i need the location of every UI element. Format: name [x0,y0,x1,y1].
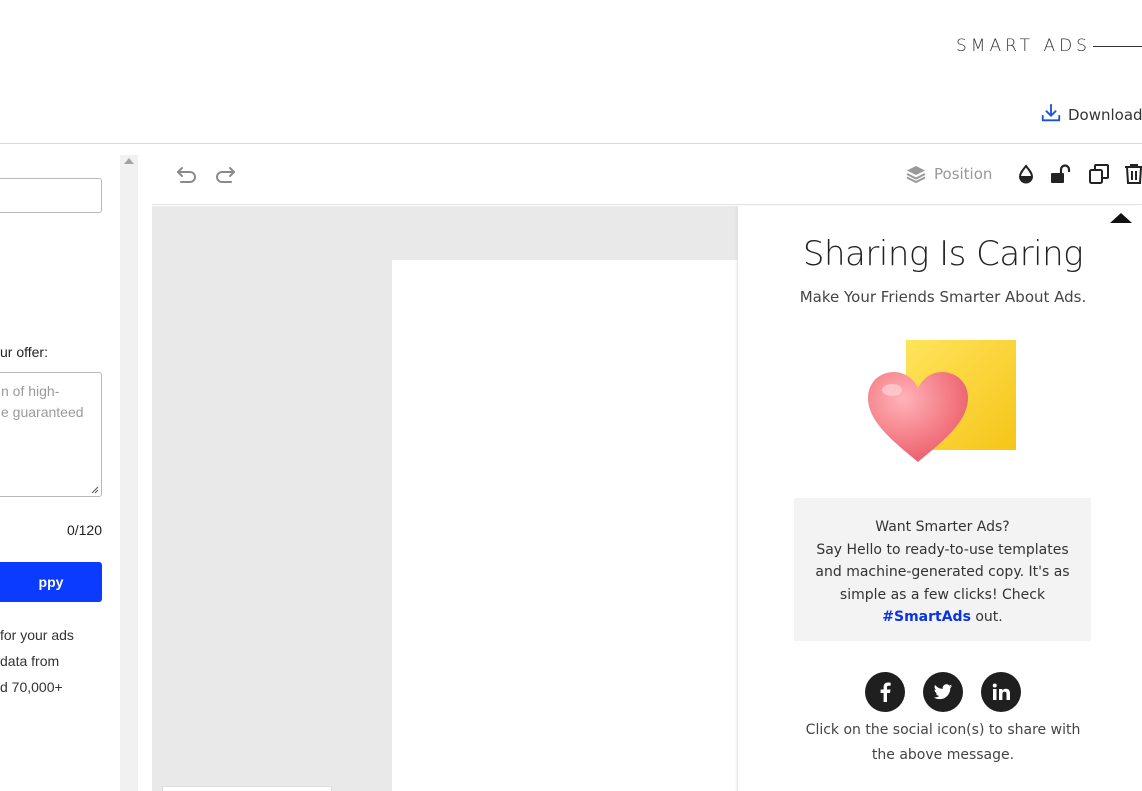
download-label: Download [1068,106,1142,124]
promo-suffix: out. [970,609,1003,625]
layers-icon [906,166,926,183]
promo-line-4: simple as a few clicks! Check [839,586,1046,603]
unlock-icon [1051,164,1071,183]
left-form-panel: ur offer: n of high- e guaranteed 0/120 … [0,144,120,791]
social-share-row [738,672,1142,712]
linkedin-icon[interactable] [981,672,1021,712]
ad-artboard[interactable] [392,260,737,791]
editor-toolbar: Position [152,144,1142,205]
share-subtitle: Make Your Friends Smarter About Ads. [799,288,1087,306]
offer-textarea[interactable]: n of high- e guaranteed [0,372,102,497]
char-count: 0/120 [66,522,102,538]
redo-icon [216,167,235,183]
collapse-caret-icon[interactable] [1110,213,1132,223]
text-input[interactable] [0,178,102,213]
heart-illustration [868,340,1016,462]
offer-label: ur offer: [0,344,48,360]
generate-copy-button[interactable]: ppy [0,562,102,602]
promo-line-3: and machine-generated copy. It's as [815,564,1070,580]
left-panel-scrollbar[interactable] [120,155,138,791]
download-icon [1040,102,1062,128]
canvas-area[interactable] [152,206,737,791]
share-title: Sharing Is Caring [802,234,1084,274]
droplet-icon [1018,164,1034,184]
smartads-hashtag-link[interactable]: #SmartAds [882,609,971,625]
redo-button[interactable] [214,164,236,184]
trash-icon [1125,164,1142,184]
opacity-button[interactable] [1016,163,1036,185]
scroll-up-arrow-icon[interactable] [124,158,134,164]
twitter-icon[interactable] [923,672,963,712]
position-label: Position [934,165,993,183]
lock-button[interactable] [1050,163,1072,185]
facebook-icon[interactable] [865,672,905,712]
left-description: for your ads data from d 70,000+ [0,627,74,695]
promo-line-2: Say Hello to ready-to-use templates [816,541,1069,558]
download-button[interactable]: Download [1040,102,1142,128]
brand-divider-line [1093,46,1142,47]
duplicate-icon [1089,164,1109,184]
share-popup: Sharing Is Caring Make Your Friends Smar… [737,206,1142,791]
resize-grip-icon[interactable] [89,484,99,494]
promo-box: Want Smarter Ads? Say Hello to ready-to-… [794,498,1091,641]
position-button[interactable]: Position [906,163,992,185]
undo-button[interactable] [176,164,198,184]
delete-button[interactable] [1124,163,1142,185]
brand-title: SMART ADS [956,36,1091,56]
offer-placeholder: n of high- e guaranteed [1,383,84,420]
share-note: Click on the social icon(s) to share wit… [805,722,1081,763]
undo-icon [177,167,196,183]
canvas-bottom-tab[interactable] [162,786,332,791]
promo-line-1: Want Smarter Ads? [875,519,1010,535]
promo-line-5: #SmartAds out. [794,606,1091,629]
duplicate-button[interactable] [1088,163,1110,185]
